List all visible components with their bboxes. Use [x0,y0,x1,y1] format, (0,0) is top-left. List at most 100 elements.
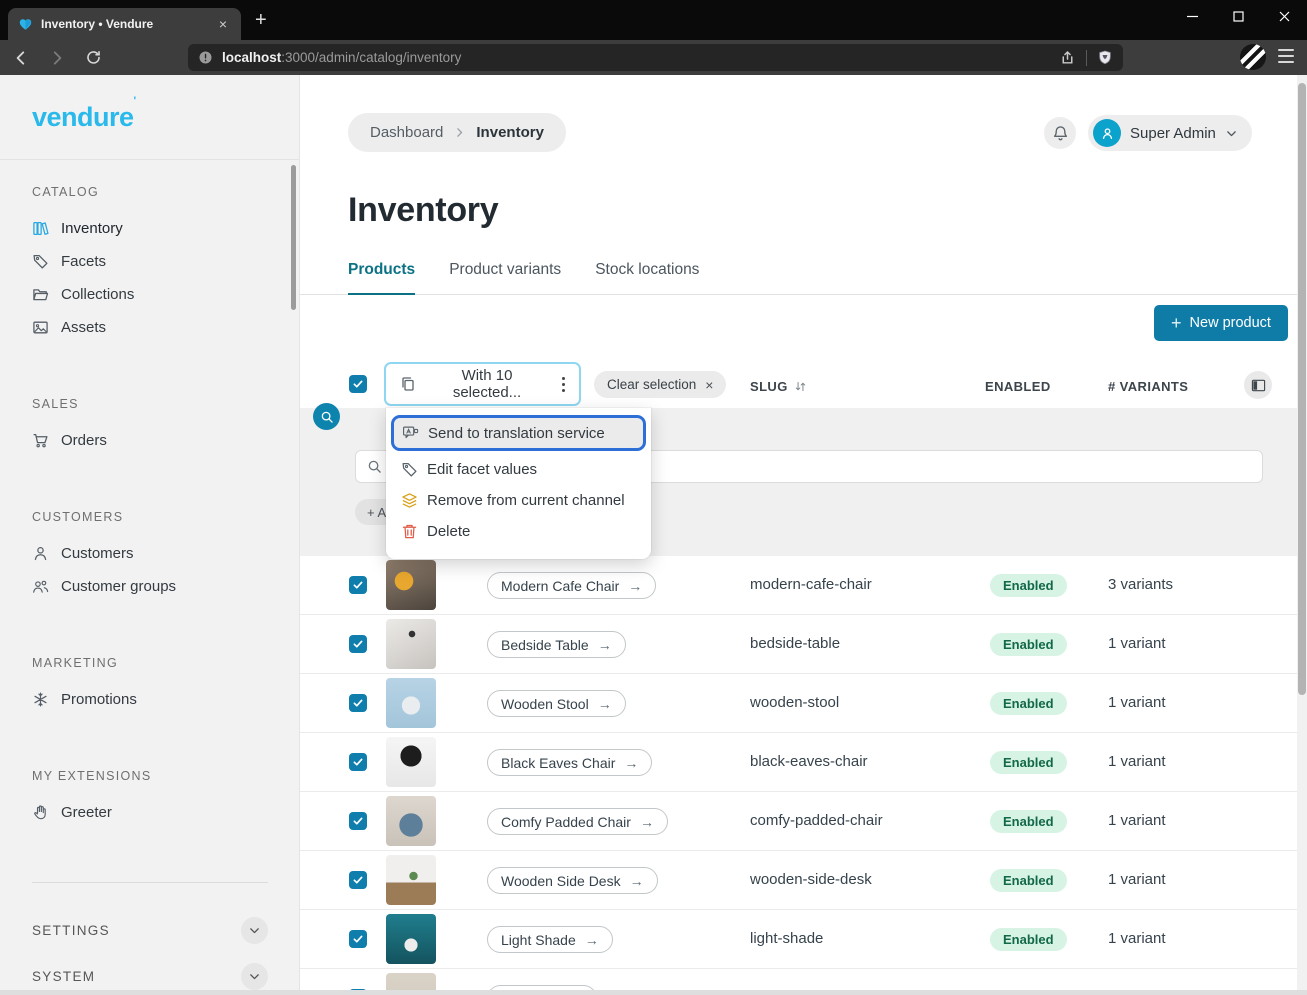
product-name-link[interactable]: Light Shade→ [487,926,613,953]
scrollbar-thumb[interactable] [1298,83,1306,695]
breadcrumb-dashboard[interactable]: Dashboard [370,124,443,141]
product-thumbnail[interactable] [386,619,436,669]
address-bar[interactable]: localhost:3000/admin/catalog/inventory [188,44,1123,71]
browser-menu-icon[interactable] [1278,49,1294,63]
select-all-checkbox[interactable] [349,375,367,393]
clear-selection-label: Clear selection [607,377,696,392]
sidebar-item-inventory[interactable]: Inventory [32,212,299,245]
product-thumbnail[interactable] [386,678,436,728]
browser-tab[interactable]: Inventory • Vendure × [8,8,241,40]
maximize-button[interactable] [1215,0,1261,32]
logo-text: vendure [32,102,134,132]
tab-products[interactable]: Products [348,261,415,294]
row-checkbox[interactable] [349,694,367,712]
row-checkbox[interactable] [349,753,367,771]
sidebar-item-facets[interactable]: Facets [32,245,299,278]
sidebar-item-assets[interactable]: Assets [32,311,299,344]
table-row: Wooden Side Desk→wooden-side-deskEnabled… [300,851,1297,910]
sidebar-item-orders[interactable]: Orders [32,424,299,457]
horizontal-scrollbar[interactable] [0,990,1307,995]
table-row: Black Eaves Chair→black-eaves-chairEnabl… [300,733,1297,792]
tab-stock-locations[interactable]: Stock locations [595,261,699,294]
product-thumbnail[interactable] [386,973,436,990]
bell-icon [1052,125,1069,142]
menu-item-label: Delete [427,523,470,540]
column-settings-button[interactable] [1244,371,1272,399]
row-checkbox[interactable] [349,576,367,594]
new-tab-button[interactable]: + [255,10,267,30]
sidebar-item-promotions[interactable]: Promotions [32,683,299,716]
product-thumbnail[interactable] [386,914,436,964]
product-thumbnail[interactable] [386,560,436,610]
back-icon[interactable] [6,45,36,71]
chevron-down-icon[interactable] [241,963,268,990]
menu-item-delete[interactable]: Delete [393,516,644,546]
tab-close-icon[interactable]: × [215,16,231,32]
column-header-slug[interactable]: SLUG [750,379,807,394]
sidebar-section-header: MY EXTENSIONS [32,769,299,783]
table-row: Comfy Padded Chair→comfy-padded-chairEna… [300,792,1297,851]
close-window-button[interactable] [1261,0,1307,32]
column-header-variants[interactable]: # VARIANTS [1108,379,1188,394]
status-badge: Enabled [990,633,1067,656]
search-toggle-button[interactable] [313,403,340,430]
new-product-button[interactable]: + New product [1154,305,1288,341]
product-thumbnail[interactable] [386,855,436,905]
collapsed-section-label: SETTINGS [32,923,110,938]
url-path: :3000/admin/catalog/inventory [281,50,461,65]
reload-icon[interactable] [78,45,108,71]
sidebar-item-customers[interactable]: Customers [32,537,299,570]
sidebar-item-label: Inventory [61,220,123,237]
column-header-enabled[interactable]: ENABLED [985,379,1051,394]
sidebar-item-label: Customers [61,545,134,562]
window-controls [1169,0,1307,32]
notifications-button[interactable] [1044,117,1076,149]
menu-item-edit-facet-values[interactable]: Edit facet values [393,454,644,484]
bulk-actions-button[interactable]: With 10 selected... [384,362,581,406]
product-name: Black Eaves Chair [501,755,615,771]
close-icon: × [705,377,713,393]
trash-icon [401,523,418,540]
sidebar-collapsed-settings[interactable]: SETTINGS [32,907,268,953]
user-menu[interactable]: Super Admin [1088,115,1252,151]
sidebar-section: SALESOrders [32,397,299,457]
row-checkbox[interactable] [349,871,367,889]
brave-shield-icon[interactable] [1097,49,1113,66]
menu-item-send-to-translation-service[interactable]: Send to translation service [394,418,643,448]
share-icon[interactable] [1059,49,1076,66]
product-name-link[interactable]: Bedside Table→ [487,631,626,658]
product-name: Wooden Stool [501,696,589,712]
clear-selection-button[interactable]: Clear selection × [594,371,726,398]
arrow-right-icon: → [630,873,644,889]
product-name: Light Shade [501,932,576,948]
sidebar-scrollbar[interactable] [291,165,296,310]
sidebar-collapsed-system[interactable]: SYSTEM [32,953,268,995]
product-name-link[interactable]: Black Eaves Chair→ [487,749,652,776]
chevron-down-icon[interactable] [241,917,268,944]
page-scrollbar[interactable] [1297,75,1307,990]
row-checkbox[interactable] [349,812,367,830]
breadcrumb: Dashboard Inventory [348,113,566,152]
menu-item-remove-from-current-channel[interactable]: Remove from current channel [393,485,644,515]
vendure-logo[interactable]: vendure' [0,75,299,160]
product-name-link[interactable]: Wooden Stool→ [487,690,626,717]
site-info-icon[interactable] [198,50,213,65]
sidebar-item-customer-groups[interactable]: Customer groups [32,570,299,603]
row-checkbox[interactable] [349,635,367,653]
tab-product-variants[interactable]: Product variants [449,261,561,294]
row-checkbox[interactable] [349,930,367,948]
minimize-button[interactable] [1169,0,1215,32]
sidebar-item-collections[interactable]: Collections [32,278,299,311]
product-name-link[interactable]: Wooden Side Desk→ [487,867,658,894]
forward-icon[interactable] [42,45,72,71]
product-thumbnail[interactable] [386,737,436,787]
product-thumbnail[interactable] [386,796,436,846]
sidebar-nav: CATALOG Inventory FacetsCollectionsAssets S… [0,161,299,995]
product-rows: Modern Cafe Chair→modern-cafe-chairEnabl… [300,556,1297,990]
product-name-link[interactable]: Modern Cafe Chair→ [487,572,656,599]
browser-profile-avatar[interactable] [1240,44,1266,70]
sidebar-item-greeter[interactable]: Greeter [32,796,299,829]
table-row [300,969,1297,990]
sidebar-section-header: CATALOG [32,185,299,199]
product-name-link[interactable]: Comfy Padded Chair→ [487,808,668,835]
